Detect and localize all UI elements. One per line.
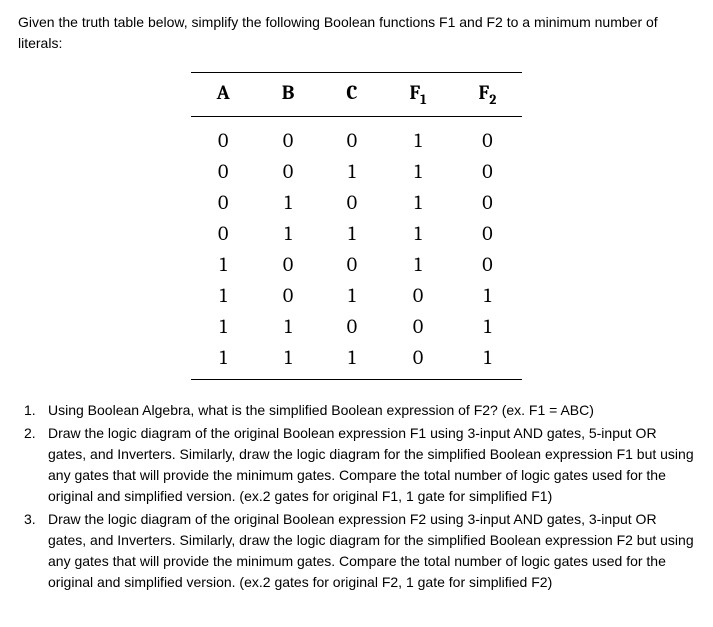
list-item: 2. Draw the logic diagram of the original… [18, 423, 695, 507]
question-list: 1. Using Boolean Algebra, what is the sim… [18, 400, 695, 593]
col-header-b: B [256, 73, 321, 117]
table-cell: 0 [256, 280, 321, 311]
table-cell: 0 [453, 218, 523, 249]
table-body: 0001000110010100111010010101011100111101 [191, 117, 523, 380]
table-row: 10010 [191, 249, 523, 280]
list-text: Draw the logic diagram of the original B… [48, 425, 694, 504]
table-row: 10101 [191, 280, 523, 311]
table-row: 00010 [191, 117, 523, 157]
table-cell: 1 [320, 280, 383, 311]
table-cell: 1 [320, 342, 383, 380]
truth-table: A B C F1 F2 0001000110010100111010010101… [191, 72, 523, 380]
col-header-f2: F2 [453, 73, 523, 117]
table-cell: 0 [383, 342, 452, 380]
table-cell: 0 [191, 218, 256, 249]
list-text: Using Boolean Algebra, what is the simpl… [48, 402, 594, 418]
table-row: 11001 [191, 311, 523, 342]
table-cell: 1 [191, 311, 256, 342]
table-cell: 1 [453, 342, 523, 380]
table-cell: 0 [453, 187, 523, 218]
truth-table-container: A B C F1 F2 0001000110010100111010010101… [18, 72, 695, 380]
table-cell: 1 [453, 311, 523, 342]
table-cell: 1 [191, 249, 256, 280]
table-row: 00110 [191, 156, 523, 187]
col-header-f1: F1 [383, 73, 452, 117]
list-number: 2. [24, 423, 36, 444]
list-text: Draw the logic diagram of the original B… [48, 511, 694, 590]
col-header-a: A [191, 73, 256, 117]
table-cell: 1 [383, 117, 452, 157]
table-cell: 0 [453, 117, 523, 157]
table-header-row: A B C F1 F2 [191, 73, 523, 117]
table-cell: 1 [383, 218, 452, 249]
col-header-c: C [320, 73, 383, 117]
table-cell: 0 [320, 311, 383, 342]
table-cell: 0 [191, 156, 256, 187]
table-cell: 1 [320, 156, 383, 187]
table-cell: 0 [256, 249, 321, 280]
list-number: 1. [24, 400, 36, 421]
table-cell: 0 [320, 249, 383, 280]
table-cell: 0 [383, 311, 452, 342]
list-number: 3. [24, 509, 36, 530]
table-row: 11101 [191, 342, 523, 380]
table-cell: 0 [320, 117, 383, 157]
table-cell: 1 [453, 280, 523, 311]
table-cell: 1 [383, 249, 452, 280]
table-cell: 1 [256, 342, 321, 380]
table-cell: 1 [256, 187, 321, 218]
table-cell: 0 [191, 187, 256, 218]
table-cell: 1 [256, 218, 321, 249]
intro-text: Given the truth table below, simplify th… [18, 12, 695, 54]
table-cell: 0 [320, 187, 383, 218]
table-cell: 0 [383, 280, 452, 311]
table-cell: 1 [383, 187, 452, 218]
table-cell: 0 [453, 156, 523, 187]
table-cell: 1 [383, 156, 452, 187]
table-row: 01110 [191, 218, 523, 249]
table-cell: 1 [191, 342, 256, 380]
list-item: 3. Draw the logic diagram of the original… [18, 509, 695, 593]
table-row: 01010 [191, 187, 523, 218]
table-cell: 0 [191, 117, 256, 157]
table-cell: 0 [453, 249, 523, 280]
list-item: 1. Using Boolean Algebra, what is the sim… [18, 400, 695, 421]
table-cell: 0 [256, 156, 321, 187]
table-cell: 1 [191, 280, 256, 311]
table-cell: 0 [256, 117, 321, 157]
table-cell: 1 [320, 218, 383, 249]
table-cell: 1 [256, 311, 321, 342]
